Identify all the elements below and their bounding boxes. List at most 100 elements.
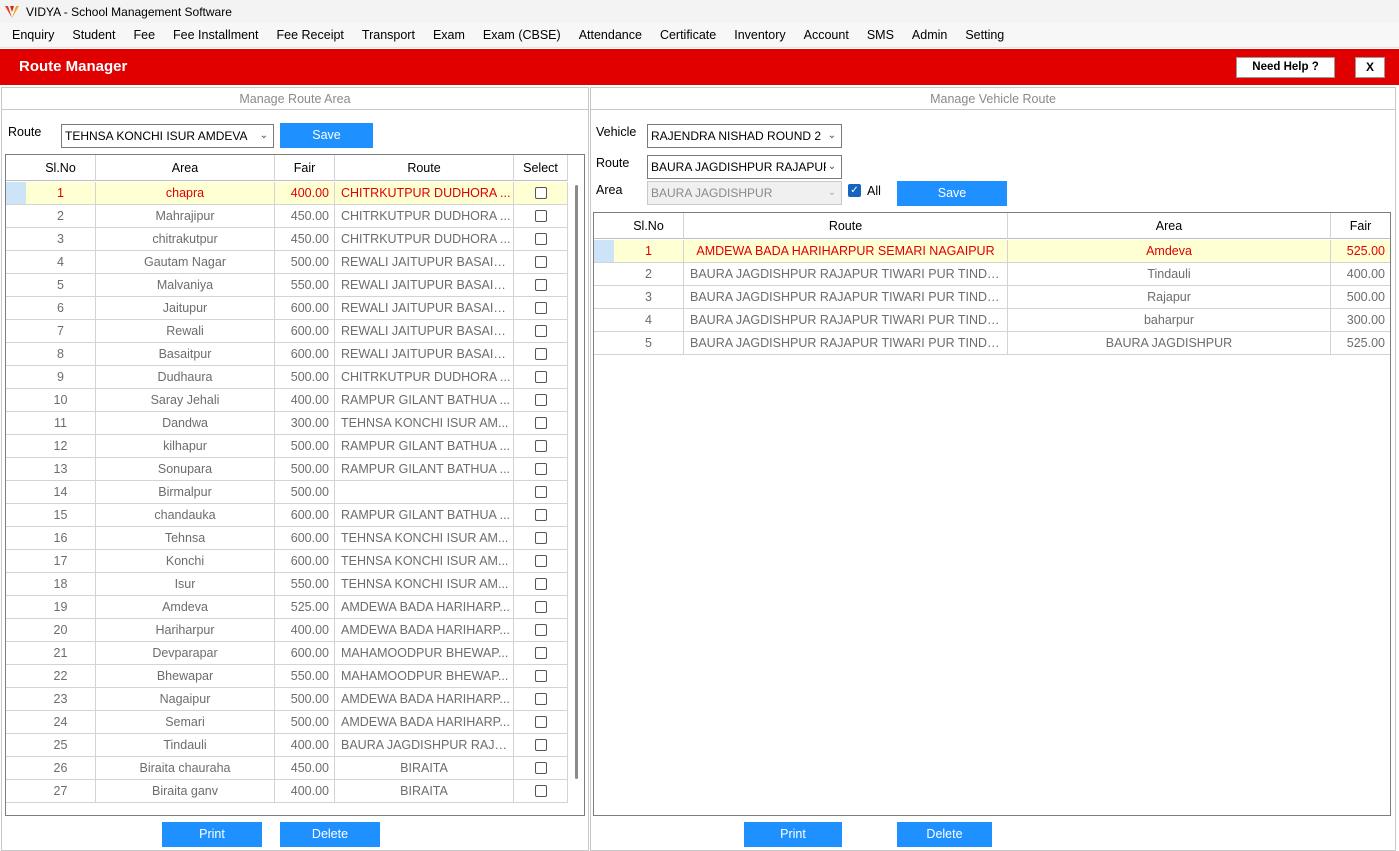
menu-item-fee-receipt[interactable]: Fee Receipt bbox=[268, 23, 353, 48]
cell-select[interactable] bbox=[514, 205, 568, 227]
table-row[interactable]: 20 Hariharpur 400.00 AMDEWA BADA HARIHARP..… bbox=[6, 619, 568, 642]
menu-item-admin[interactable]: Admin bbox=[903, 23, 956, 48]
vehicle-select[interactable]: RAJENDRA NISHAD ROUND 2 ⌄ bbox=[647, 124, 842, 148]
cell-select[interactable] bbox=[514, 757, 568, 779]
table-row[interactable]: 4 Gautam Nagar 500.00 REWALI JAITUPUR BASAI… bbox=[6, 251, 568, 274]
close-button[interactable]: X bbox=[1355, 57, 1385, 78]
cell-select[interactable] bbox=[514, 435, 568, 457]
cell-select[interactable] bbox=[514, 481, 568, 503]
cell-select[interactable] bbox=[514, 320, 568, 342]
menu-item-inventory[interactable]: Inventory bbox=[725, 23, 794, 48]
table-row[interactable]: 5 Malvaniya 550.00 REWALI JAITUPUR BASAITP.… bbox=[6, 274, 568, 297]
table-row[interactable]: 2 Mahrajipur 450.00 CHITRKUTPUR DUDHORA ... bbox=[6, 205, 568, 228]
table-row[interactable]: 26 Biraita chauraha 450.00 BIRAITA bbox=[6, 757, 568, 780]
select-checkbox[interactable] bbox=[534, 669, 547, 682]
table-row[interactable]: 18 Isur 550.00 TEHNSA KONCHI ISUR AM... bbox=[6, 573, 568, 596]
select-checkbox[interactable] bbox=[534, 416, 547, 429]
cell-select[interactable] bbox=[514, 527, 568, 549]
select-checkbox[interactable] bbox=[534, 577, 547, 590]
select-checkbox[interactable] bbox=[534, 784, 547, 797]
delete-route-area-button[interactable]: Delete bbox=[280, 822, 380, 847]
table-row[interactable]: 10 Saray Jehali 400.00 RAMPUR GILANT BATHUA… bbox=[6, 389, 568, 412]
cell-select[interactable] bbox=[514, 458, 568, 480]
menu-item-certificate[interactable]: Certificate bbox=[651, 23, 725, 48]
select-checkbox[interactable] bbox=[534, 462, 547, 475]
select-checkbox[interactable] bbox=[534, 738, 547, 751]
menu-item-fee-installment[interactable]: Fee Installment bbox=[164, 23, 267, 48]
cell-select[interactable] bbox=[514, 366, 568, 388]
table-row[interactable]: 1 chapra 400.00 CHITRKUTPUR DUDHORA ... bbox=[6, 182, 568, 205]
cell-select[interactable] bbox=[514, 297, 568, 319]
select-checkbox[interactable] bbox=[534, 554, 547, 567]
select-checkbox[interactable] bbox=[534, 324, 547, 337]
table-row[interactable]: 9 Dudhaura 500.00 CHITRKUTPUR DUDHORA ... bbox=[6, 366, 568, 389]
menu-item-exam-cbse[interactable]: Exam (CBSE) bbox=[474, 23, 570, 48]
select-checkbox[interactable] bbox=[534, 508, 547, 521]
menu-item-fee[interactable]: Fee bbox=[124, 23, 164, 48]
cell-select[interactable] bbox=[514, 412, 568, 434]
delete-vehicle-route-button[interactable]: Delete bbox=[897, 822, 992, 847]
menu-item-attendance[interactable]: Attendance bbox=[570, 23, 651, 48]
all-checkbox[interactable]: ✓ bbox=[848, 184, 861, 197]
table-row[interactable]: 2 BAURA JAGDISHPUR RAJAPUR TIWARI PUR TIN… bbox=[594, 263, 1390, 286]
vertical-scrollbar[interactable] bbox=[575, 185, 578, 779]
cell-select[interactable] bbox=[514, 780, 568, 802]
select-checkbox[interactable] bbox=[534, 301, 547, 314]
table-row[interactable]: 13 Sonupara 500.00 RAMPUR GILANT BATHUA ... bbox=[6, 458, 568, 481]
select-checkbox[interactable] bbox=[534, 600, 547, 613]
table-row[interactable]: 15 chandauka 600.00 RAMPUR GILANT BATHUA ..… bbox=[6, 504, 568, 527]
save-vehicle-route-button[interactable]: Save bbox=[897, 181, 1007, 206]
table-row[interactable]: 17 Konchi 600.00 TEHNSA KONCHI ISUR AM... bbox=[6, 550, 568, 573]
cell-select[interactable] bbox=[514, 274, 568, 296]
print-vehicle-route-button[interactable]: Print bbox=[744, 822, 842, 847]
cell-select[interactable] bbox=[514, 642, 568, 664]
select-checkbox[interactable] bbox=[534, 393, 547, 406]
select-checkbox[interactable] bbox=[534, 232, 547, 245]
cell-select[interactable] bbox=[514, 711, 568, 733]
select-checkbox[interactable] bbox=[534, 692, 547, 705]
table-row[interactable]: 22 Bhewapar 550.00 MAHAMOODPUR BHEWAP... bbox=[6, 665, 568, 688]
cell-select[interactable] bbox=[514, 389, 568, 411]
table-row[interactable]: 14 Birmalpur 500.00 bbox=[6, 481, 568, 504]
table-row[interactable]: 24 Semari 500.00 AMDEWA BADA HARIHARP... bbox=[6, 711, 568, 734]
table-row[interactable]: 6 Jaitupur 600.00 REWALI JAITUPUR BASAITP..… bbox=[6, 297, 568, 320]
select-checkbox[interactable] bbox=[534, 209, 547, 222]
table-row[interactable]: 3 BAURA JAGDISHPUR RAJAPUR TIWARI PUR TIN… bbox=[594, 286, 1390, 309]
table-row[interactable]: 11 Dandwa 300.00 TEHNSA KONCHI ISUR AM... bbox=[6, 412, 568, 435]
cell-select[interactable] bbox=[514, 251, 568, 273]
menu-item-transport[interactable]: Transport bbox=[353, 23, 424, 48]
cell-select[interactable] bbox=[514, 665, 568, 687]
table-row[interactable]: 19 Amdeva 525.00 AMDEWA BADA HARIHARP... bbox=[6, 596, 568, 619]
table-row[interactable]: 23 Nagaipur 500.00 AMDEWA BADA HARIHARP... bbox=[6, 688, 568, 711]
menu-item-sms[interactable]: SMS bbox=[858, 23, 903, 48]
cell-select[interactable] bbox=[514, 734, 568, 756]
table-row[interactable]: 5 BAURA JAGDISHPUR RAJAPUR TIWARI PUR TIN… bbox=[594, 332, 1390, 355]
cell-select[interactable] bbox=[514, 596, 568, 618]
cell-select[interactable] bbox=[514, 182, 568, 204]
table-row[interactable]: 8 Basaitpur 600.00 REWALI JAITUPUR BASAITP.… bbox=[6, 343, 568, 366]
vehicle-route-select[interactable]: BAURA JAGDISHPUR RAJAPUR ⌄ bbox=[647, 155, 842, 179]
area-select[interactable]: BAURA JAGDISHPUR ⌄ bbox=[647, 181, 842, 205]
cell-select[interactable] bbox=[514, 550, 568, 572]
table-row[interactable]: 25 Tindauli 400.00 BAURA JAGDISHPUR RAJAP..… bbox=[6, 734, 568, 757]
cell-select[interactable] bbox=[514, 504, 568, 526]
table-row[interactable]: 12 kilhapur 500.00 RAMPUR GILANT BATHUA ... bbox=[6, 435, 568, 458]
select-checkbox[interactable] bbox=[534, 186, 547, 199]
table-row[interactable]: 1 AMDEWA BADA HARIHARPUR SEMARI NAGAIPUR A… bbox=[594, 240, 1390, 263]
select-checkbox[interactable] bbox=[534, 485, 547, 498]
select-checkbox[interactable] bbox=[534, 761, 547, 774]
table-row[interactable]: 7 Rewali 600.00 REWALI JAITUPUR BASAITP... bbox=[6, 320, 568, 343]
cell-select[interactable] bbox=[514, 619, 568, 641]
table-row[interactable]: 27 Biraita ganv 400.00 BIRAITA bbox=[6, 780, 568, 803]
select-checkbox[interactable] bbox=[534, 255, 547, 268]
route-area-select[interactable]: TEHNSA KONCHI ISUR AMDEVA ⌄ bbox=[61, 124, 274, 148]
cell-select[interactable] bbox=[514, 228, 568, 250]
menu-item-account[interactable]: Account bbox=[795, 23, 858, 48]
select-checkbox[interactable] bbox=[534, 531, 547, 544]
table-row[interactable]: 4 BAURA JAGDISHPUR RAJAPUR TIWARI PUR TIN… bbox=[594, 309, 1390, 332]
select-checkbox[interactable] bbox=[534, 347, 547, 360]
select-checkbox[interactable] bbox=[534, 278, 547, 291]
select-checkbox[interactable] bbox=[534, 646, 547, 659]
table-row[interactable]: 3 chitrakutpur 450.00 CHITRKUTPUR DUDHORA .… bbox=[6, 228, 568, 251]
save-route-area-button[interactable]: Save bbox=[280, 123, 373, 148]
